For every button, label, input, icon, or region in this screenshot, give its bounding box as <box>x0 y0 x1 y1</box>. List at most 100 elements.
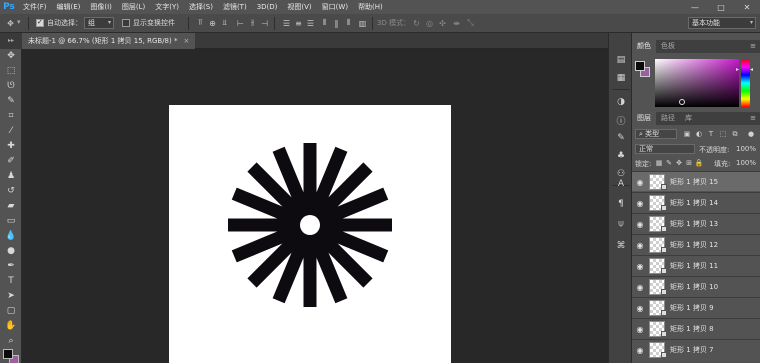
3d-pan-icon[interactable]: ✣ <box>438 18 447 28</box>
color-picker-marker[interactable] <box>679 99 685 105</box>
menu-item-type[interactable]: 文字(Y) <box>150 0 184 14</box>
info-panel-icon[interactable]: ⓘ <box>614 113 628 127</box>
brush-settings-icon[interactable]: ✎ <box>614 131 628 145</box>
crop-tool-icon[interactable]: ⌗ <box>3 109 19 123</box>
collapse-toolbar-icon[interactable]: ▸▸ <box>0 33 22 49</box>
color-picker-field[interactable] <box>655 59 739 107</box>
layer-row[interactable]: ◉ 矩形 1 拷贝 10 <box>632 276 760 296</box>
lock-artboard-icon[interactable]: ⊞ <box>684 157 694 169</box>
menu-item-edit[interactable]: 编辑(E) <box>52 0 86 14</box>
healing-brush-tool-icon[interactable]: ✚ <box>3 139 19 153</box>
type-tool-icon[interactable]: T <box>3 274 19 288</box>
hue-slider-arrow-icon[interactable]: ▸ <box>736 66 739 73</box>
timeline-panel-icon[interactable]: ⌘ <box>614 239 628 253</box>
layer-row[interactable]: ◉ 矩形 1 拷贝 11 <box>632 255 760 275</box>
minimize-button[interactable]: — <box>682 0 708 14</box>
marquee-tool-icon[interactable]: ⬚ <box>3 64 19 78</box>
path-selection-tool-icon[interactable]: ➤ <box>3 289 19 303</box>
3d-slide-icon[interactable]: ⇼ <box>452 18 461 28</box>
visibility-eye-icon[interactable]: ◉ <box>635 303 645 313</box>
hand-tool-icon[interactable]: ✋ <box>3 319 19 333</box>
brushes-panel-icon[interactable]: ♣ <box>614 149 628 163</box>
layer-row[interactable]: ◉ 矩形 1 拷贝 12 <box>632 234 760 254</box>
lock-image-icon[interactable]: ✎ <box>664 157 674 169</box>
fill-value[interactable]: 100% <box>736 159 756 167</box>
menu-item-3d[interactable]: 3D(D) <box>252 0 283 14</box>
tab-color[interactable]: 颜色 <box>632 40 656 53</box>
filter-shape-icon[interactable]: ⬚ <box>718 128 728 140</box>
menu-item-window[interactable]: 窗口(W) <box>317 0 353 14</box>
filter-smart-object-icon[interactable]: ⧉ <box>730 128 740 140</box>
visibility-eye-icon[interactable]: ◉ <box>635 261 645 271</box>
eraser-tool-icon[interactable]: ▰ <box>3 199 19 213</box>
align-top-icon[interactable]: ⫪ <box>196 18 205 28</box>
auto-select-dropdown[interactable]: 组 ▾ <box>84 17 114 29</box>
maximize-button[interactable]: □ <box>708 0 734 14</box>
tool-preset-caret-icon[interactable]: ▾ <box>17 18 21 26</box>
3d-roll-icon[interactable]: ◎ <box>425 18 434 28</box>
pen-tool-icon[interactable]: ✒ <box>3 259 19 273</box>
menu-item-view[interactable]: 视图(V) <box>282 0 316 14</box>
lock-transparency-icon[interactable]: ▦ <box>654 157 664 169</box>
distribute-top-icon[interactable]: ☰ <box>282 18 291 28</box>
properties-panel-icon[interactable]: ▦ <box>614 71 628 85</box>
menu-item-file[interactable]: 文件(F) <box>18 0 52 14</box>
menu-item-select[interactable]: 选择(S) <box>184 0 218 14</box>
filter-adjustment-icon[interactable]: ◐ <box>694 128 704 140</box>
menu-item-image[interactable]: 图像(I) <box>85 0 117 14</box>
layer-row[interactable]: ◉ 矩形 1 拷贝 8 <box>632 318 760 338</box>
document-canvas[interactable] <box>169 105 451 363</box>
menu-item-layer[interactable]: 图层(L) <box>117 0 150 14</box>
eyedropper-tool-icon[interactable]: ⁄ <box>3 124 19 138</box>
opacity-value[interactable]: 100% <box>736 145 756 153</box>
panel-menu-icon[interactable]: ≡ <box>750 42 756 50</box>
blend-mode-dropdown[interactable]: 正常 <box>635 144 695 154</box>
menu-item-help[interactable]: 帮助(H) <box>353 0 388 14</box>
filter-toggle-icon[interactable]: ● <box>746 128 756 140</box>
history-panel-icon[interactable]: ▤ <box>614 53 628 67</box>
canvas-area[interactable] <box>22 49 608 363</box>
layer-row[interactable]: ◉ 矩形 1 拷贝 9 <box>632 297 760 317</box>
tab-libraries[interactable]: 库 <box>680 112 697 125</box>
paragraph-panel-icon[interactable]: ¶ <box>614 197 628 211</box>
distribute-left-icon[interactable]: ⫴ <box>320 18 329 28</box>
align-bottom-icon[interactable]: ⫫ <box>220 18 229 28</box>
hue-slider[interactable] <box>741 59 750 107</box>
menu-item-filter[interactable]: 滤镜(T) <box>218 0 252 14</box>
panel-menu-icon[interactable]: ≡ <box>750 114 756 122</box>
rectangle-tool-icon[interactable]: ▢ <box>3 304 19 318</box>
move-tool-icon[interactable]: ✥ <box>6 18 15 28</box>
character-panel-icon[interactable]: A <box>614 177 628 191</box>
visibility-eye-icon[interactable]: ◉ <box>635 282 645 292</box>
visibility-eye-icon[interactable]: ◉ <box>635 324 645 334</box>
lock-all-icon[interactable]: 🔒 <box>694 157 704 169</box>
distribute-vcenter-icon[interactable]: ≡ <box>294 18 303 28</box>
layer-row[interactable]: ◉ 矩形 1 拷贝 7 <box>632 339 760 359</box>
layer-row[interactable]: ◉ 矩形 1 拷贝 13 <box>632 213 760 233</box>
show-transform-controls-checkbox[interactable] <box>122 19 130 27</box>
distribute-hcenter-icon[interactable]: ‖ <box>332 18 341 28</box>
auto-align-icon[interactable]: ▥ <box>358 18 367 28</box>
blur-tool-icon[interactable]: 💧 <box>3 229 19 243</box>
hue-slider-arrow-icon[interactable]: ◂ <box>750 66 753 73</box>
visibility-eye-icon[interactable]: ◉ <box>635 240 645 250</box>
close-button[interactable]: ✕ <box>734 0 760 14</box>
foreground-background-swatches[interactable] <box>3 349 21 363</box>
filter-type-icon[interactable]: T <box>706 128 716 140</box>
distribute-bottom-icon[interactable]: ☰ <box>306 18 315 28</box>
layer-filter-kind[interactable]: ⌕ 类型 <box>635 129 677 139</box>
visibility-eye-icon[interactable]: ◉ <box>635 177 645 187</box>
color-panel-foreground-swatch[interactable] <box>635 61 645 71</box>
align-right-icon[interactable]: ⊣ <box>260 18 269 28</box>
align-left-icon[interactable]: ⊢ <box>236 18 245 28</box>
close-tab-icon[interactable]: × <box>183 37 189 45</box>
3d-rotate-icon[interactable]: ↻ <box>412 18 421 28</box>
align-hcenter-icon[interactable]: ⫲ <box>248 18 257 28</box>
align-vcenter-icon[interactable]: ⊕ <box>208 18 217 28</box>
gradient-tool-icon[interactable]: ▭ <box>3 214 19 228</box>
clone-stamp-tool-icon[interactable]: ♟ <box>3 169 19 183</box>
history-brush-tool-icon[interactable]: ↺ <box>3 184 19 198</box>
visibility-eye-icon[interactable]: ◉ <box>635 198 645 208</box>
move-tool-icon[interactable]: ✥ <box>3 49 19 63</box>
layer-row[interactable]: ◉ 矩形 1 拷贝 14 <box>632 192 760 212</box>
